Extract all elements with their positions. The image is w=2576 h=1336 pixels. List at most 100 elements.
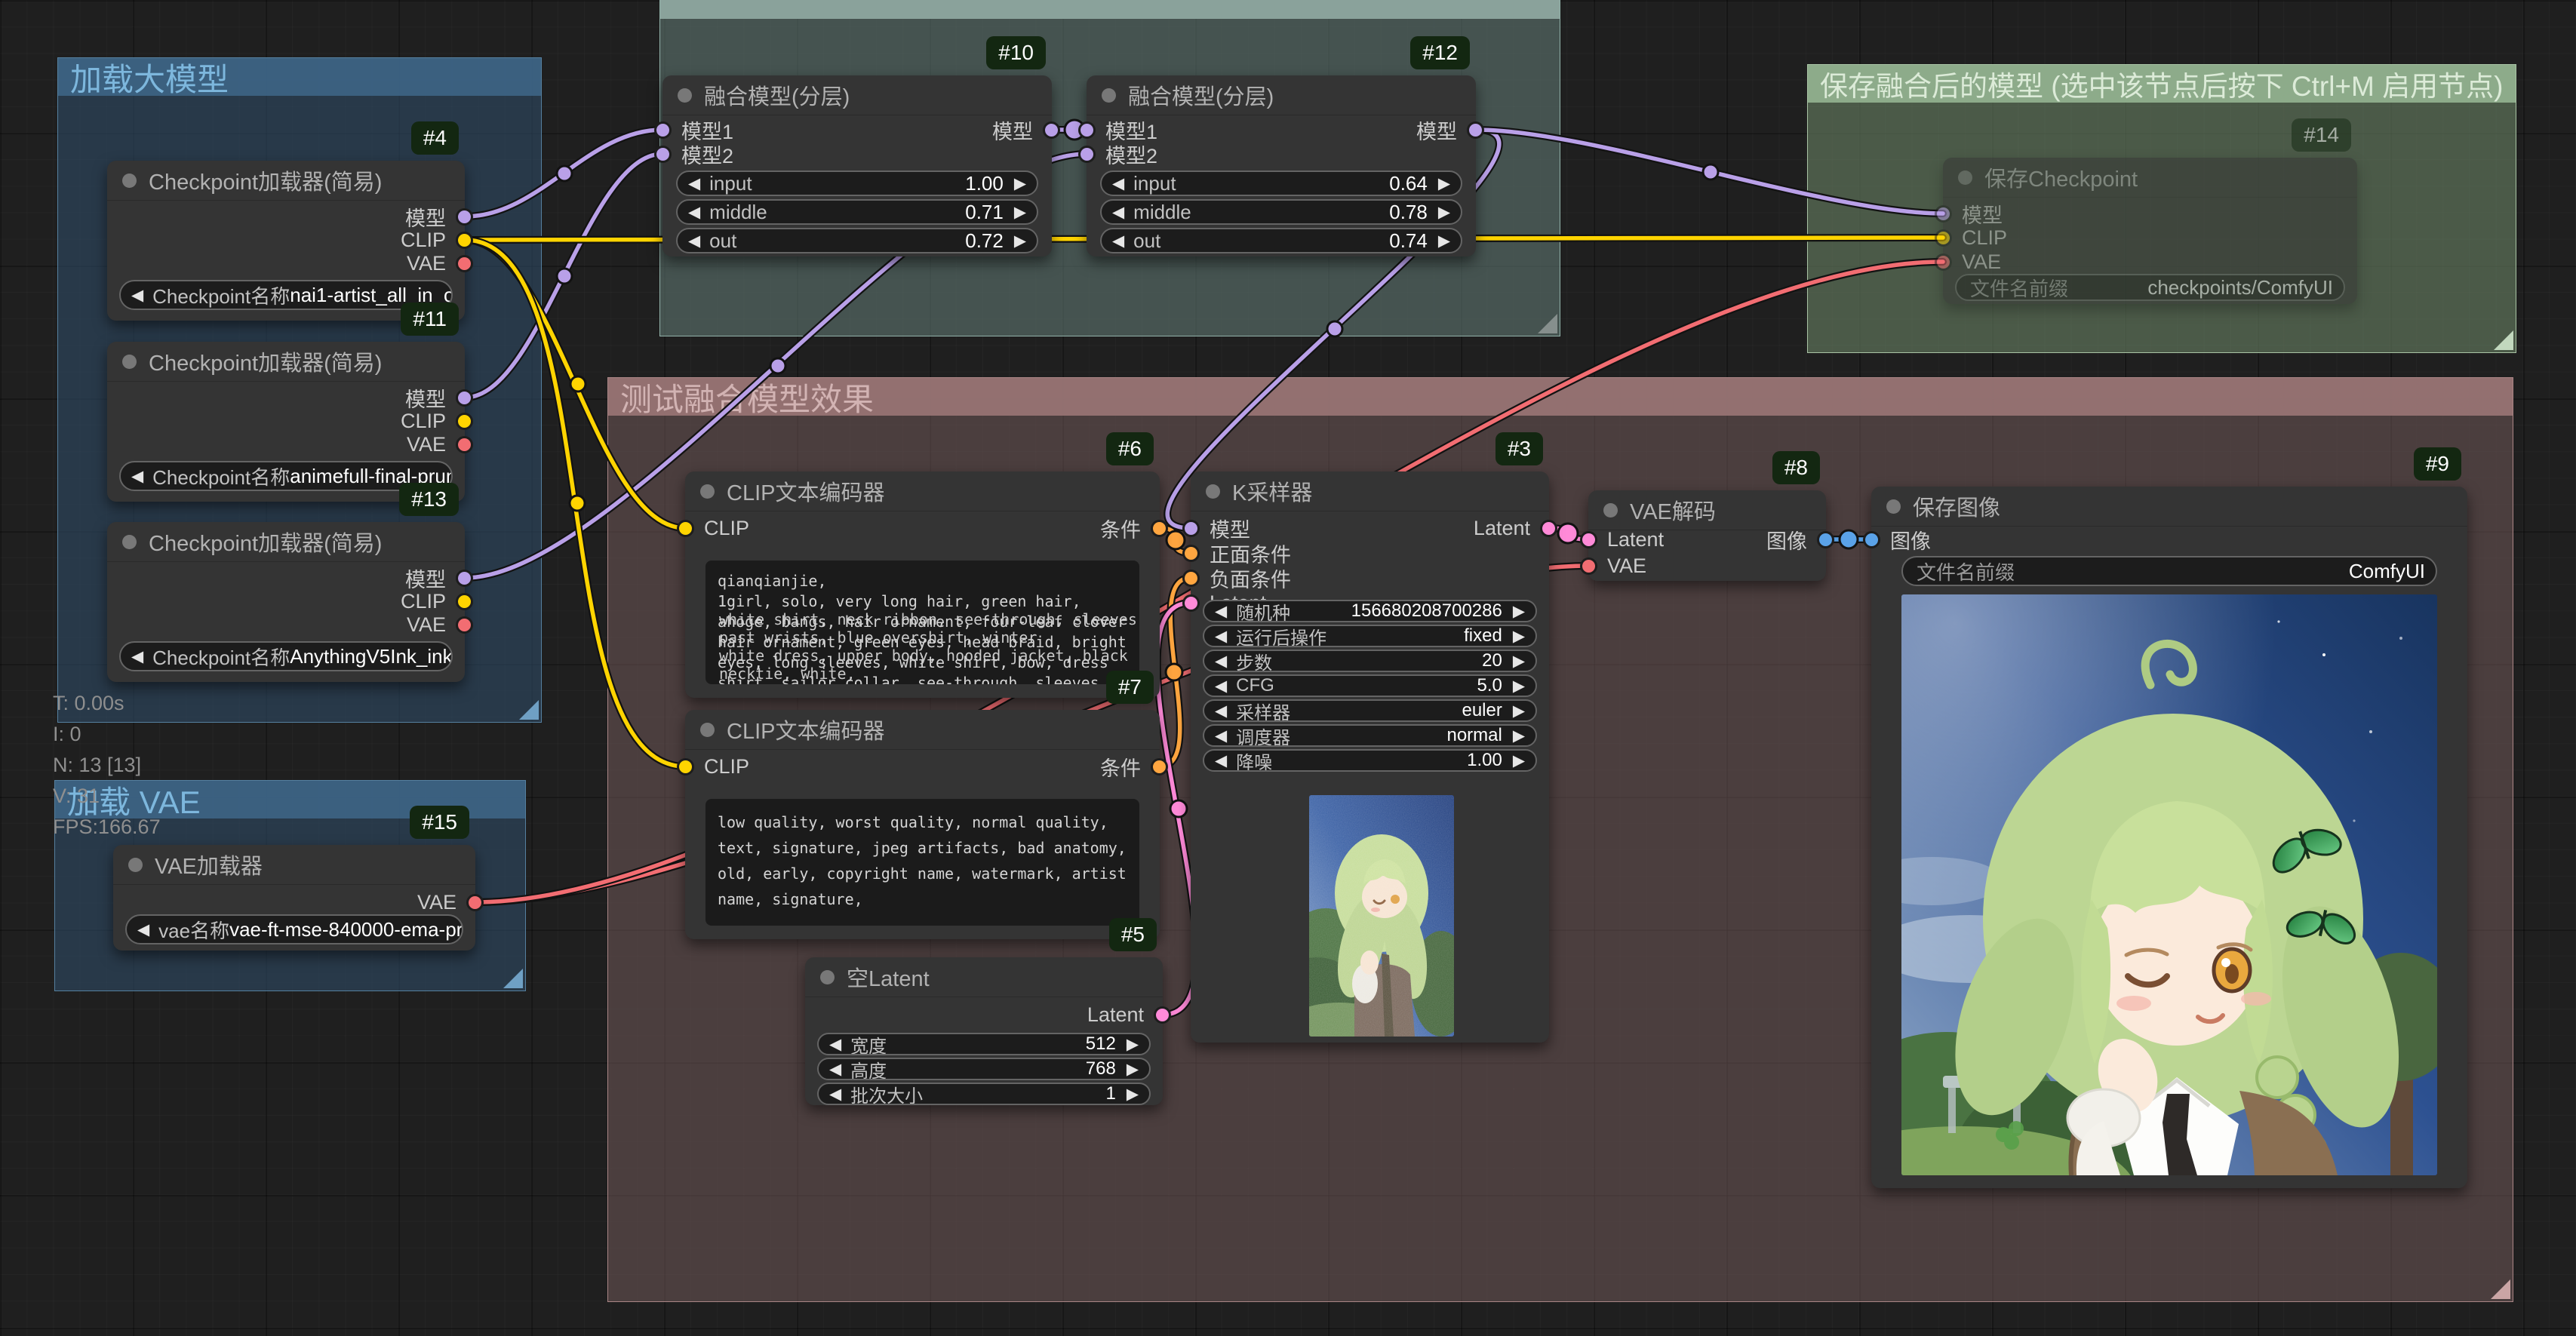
cfg-widget[interactable]: ◀CFG5.0▶ bbox=[1203, 674, 1537, 697]
collapse-dot-icon[interactable] bbox=[820, 970, 835, 984]
prompt-textarea[interactable]: qianqianjie, 1girl, solo, very long hair… bbox=[705, 561, 1139, 684]
port-clip-output[interactable]: CLIP bbox=[401, 588, 473, 614]
height-widget[interactable]: ◀高度768▶ bbox=[817, 1058, 1151, 1080]
decrement-arrow-icon[interactable]: ◀ bbox=[1215, 703, 1227, 719]
model-port-icon[interactable] bbox=[654, 121, 672, 139]
port-conditioning-output[interactable]: 条件 bbox=[1100, 515, 1168, 541]
scheduler-widget[interactable]: ◀调度器normal▶ bbox=[1203, 724, 1537, 747]
collapse-dot-icon[interactable] bbox=[1958, 170, 1972, 185]
node-titlebar[interactable]: VAE加载器 bbox=[113, 845, 475, 885]
group-resize-handle[interactable] bbox=[519, 700, 539, 720]
collapse-dot-icon[interactable] bbox=[678, 88, 692, 103]
collapse-dot-icon[interactable] bbox=[1206, 484, 1220, 499]
decrement-arrow-icon[interactable]: ◀ bbox=[131, 287, 143, 303]
merge-middle-widget[interactable]: ◀middle0.78▶ bbox=[1100, 199, 1462, 225]
model-port-icon[interactable] bbox=[456, 570, 473, 587]
increment-arrow-icon[interactable]: ▶ bbox=[1438, 204, 1450, 220]
merge-out-widget[interactable]: ◀out0.74▶ bbox=[1100, 228, 1462, 253]
image-port-icon[interactable] bbox=[1863, 531, 1880, 548]
denoise-widget[interactable]: ◀降噪1.00▶ bbox=[1203, 749, 1537, 772]
node-ksampler-3[interactable]: #3 K采样器 模型 正面条件 负面条件 Latent Latent ◀随机种1… bbox=[1191, 471, 1549, 1043]
port-model-output[interactable]: 模型 bbox=[405, 385, 473, 410]
sampler-widget[interactable]: ◀采样器euler▶ bbox=[1203, 699, 1537, 722]
decrement-arrow-icon[interactable]: ◀ bbox=[131, 649, 143, 665]
decrement-arrow-icon[interactable]: ◀ bbox=[1215, 653, 1227, 669]
group-resize-handle[interactable] bbox=[1538, 314, 1557, 333]
increment-arrow-icon[interactable]: ▶ bbox=[1438, 176, 1450, 192]
collapse-dot-icon[interactable] bbox=[122, 535, 137, 549]
vae-port-icon[interactable] bbox=[466, 894, 484, 911]
increment-arrow-icon[interactable]: ▶ bbox=[1127, 1037, 1139, 1052]
width-widget[interactable]: ◀宽度512▶ bbox=[817, 1033, 1151, 1055]
collapse-dot-icon[interactable] bbox=[128, 858, 143, 872]
decrement-arrow-icon[interactable]: ◀ bbox=[829, 1086, 841, 1102]
node-vae-decode-8[interactable]: #8 VAE解码 Latent VAE 图像 bbox=[1588, 490, 1826, 581]
clip-port-icon[interactable] bbox=[1935, 229, 1952, 247]
port-model-input[interactable]: 模型 bbox=[1935, 201, 2003, 226]
decrement-arrow-icon[interactable]: ◀ bbox=[1112, 176, 1124, 192]
node-clip-encode-negative-7[interactable]: #7 CLIP文本编码器 CLIP 条件 low quality, worst … bbox=[685, 710, 1160, 939]
collapse-dot-icon[interactable] bbox=[122, 355, 137, 369]
conditioning-port-icon[interactable] bbox=[1182, 570, 1200, 587]
port-model-output[interactable]: 模型 bbox=[405, 565, 473, 591]
port-vae-output[interactable]: VAE bbox=[407, 250, 473, 276]
port-conditioning-output[interactable]: 条件 bbox=[1100, 754, 1168, 779]
port-vae-output[interactable]: VAE bbox=[417, 889, 484, 915]
decrement-arrow-icon[interactable]: ◀ bbox=[1215, 728, 1227, 744]
latent-port-icon[interactable] bbox=[1580, 531, 1597, 548]
node-titlebar[interactable]: CLIP文本编码器 bbox=[685, 710, 1160, 750]
conditioning-port-icon[interactable] bbox=[1182, 545, 1200, 562]
decrement-arrow-icon[interactable]: ◀ bbox=[829, 1037, 841, 1052]
model-port-icon[interactable] bbox=[1078, 121, 1096, 139]
ckpt-name-combo[interactable]: ◀ Checkpoint名称 AnythingV5Ink_ink.safe...… bbox=[119, 641, 453, 671]
merge-middle-widget[interactable]: ◀middle0.71▶ bbox=[676, 199, 1038, 225]
model-port-icon[interactable] bbox=[1467, 121, 1484, 139]
decrement-arrow-icon[interactable]: ◀ bbox=[1215, 753, 1227, 769]
decrement-arrow-icon[interactable]: ◀ bbox=[1112, 233, 1124, 249]
image-port-icon[interactable] bbox=[1817, 531, 1834, 548]
clip-port-icon[interactable] bbox=[456, 232, 473, 249]
node-save-image-9[interactable]: #9 保存图像 图像 文件名前缀 ComfyUI bbox=[1871, 487, 2467, 1188]
node-checkpoint-loader-11[interactable]: #11 Checkpoint加载器(简易) 模型 CLIP VAE ◀ Chec… bbox=[107, 342, 465, 502]
increment-arrow-icon[interactable]: ▶ bbox=[1513, 728, 1525, 744]
model-port-icon[interactable] bbox=[1935, 205, 1952, 223]
decrement-arrow-icon[interactable]: ◀ bbox=[688, 233, 700, 249]
port-vae-input[interactable]: VAE bbox=[1580, 553, 1646, 579]
port-vae-input[interactable]: VAE bbox=[1935, 249, 2001, 275]
conditioning-port-icon[interactable] bbox=[1151, 520, 1168, 537]
control-after-generate-widget[interactable]: ◀运行后操作fixed▶ bbox=[1203, 625, 1537, 647]
clip-port-icon[interactable] bbox=[456, 593, 473, 610]
port-positive-input[interactable]: 正面条件 bbox=[1182, 540, 1291, 566]
latent-port-icon[interactable] bbox=[1182, 594, 1200, 612]
node-checkpoint-loader-13[interactable]: #13 Checkpoint加载器(简易) 模型 CLIP VAE ◀ Chec… bbox=[107, 522, 465, 682]
port-image-output[interactable]: 图像 bbox=[1766, 527, 1834, 552]
filename-prefix-widget[interactable]: 文件名前缀 checkpoints/ComfyUI bbox=[1955, 274, 2345, 301]
group-titlebar[interactable]: 保存融合后的模型 (选中该节点后按下 Ctrl+M 启用节点) bbox=[1808, 65, 2516, 103]
node-empty-latent-5[interactable]: #5 空Latent Latent ◀宽度512▶ ◀高度768▶ ◀批次大小1… bbox=[805, 957, 1163, 1105]
vae-port-icon[interactable] bbox=[1935, 253, 1952, 271]
port-clip-input[interactable]: CLIP bbox=[1935, 225, 2007, 250]
collapse-dot-icon[interactable] bbox=[1102, 88, 1116, 103]
decrement-arrow-icon[interactable]: ◀ bbox=[137, 922, 149, 938]
node-save-checkpoint-14[interactable]: #14 保存Checkpoint 模型 CLIP VAE 文件名前缀 check… bbox=[1943, 158, 2357, 304]
port-negative-input[interactable]: 负面条件 bbox=[1182, 565, 1291, 591]
model-port-icon[interactable] bbox=[456, 389, 473, 407]
group-titlebar[interactable]: 加载大模型 bbox=[58, 58, 541, 96]
node-titlebar[interactable]: 融合模型(分层) bbox=[662, 75, 1052, 115]
model-port-icon[interactable] bbox=[456, 208, 473, 226]
collapse-dot-icon[interactable] bbox=[1603, 503, 1618, 518]
vae-port-icon[interactable] bbox=[456, 255, 473, 272]
node-vae-loader-15[interactable]: #15 VAE加载器 VAE ◀ vae名称 vae-ft-mse-840000… bbox=[113, 845, 475, 951]
vae-name-combo[interactable]: ◀ vae名称 vae-ft-mse-840000-ema-prune... ▶ bbox=[125, 914, 463, 944]
group-titlebar[interactable]: 测试融合模型效果 bbox=[608, 378, 2513, 416]
increment-arrow-icon[interactable]: ▶ bbox=[1014, 176, 1026, 192]
group-resize-handle[interactable] bbox=[503, 969, 523, 988]
increment-arrow-icon[interactable]: ▶ bbox=[1513, 753, 1525, 769]
clip-port-icon[interactable] bbox=[677, 758, 694, 775]
increment-arrow-icon[interactable]: ▶ bbox=[1513, 604, 1525, 619]
group-resize-handle[interactable] bbox=[2494, 330, 2513, 350]
group-resize-handle[interactable] bbox=[2491, 1279, 2510, 1299]
node-titlebar[interactable]: K采样器 bbox=[1191, 471, 1549, 511]
node-titlebar[interactable]: CLIP文本编码器 bbox=[685, 471, 1160, 511]
port-model-output[interactable]: 模型 bbox=[405, 204, 473, 229]
